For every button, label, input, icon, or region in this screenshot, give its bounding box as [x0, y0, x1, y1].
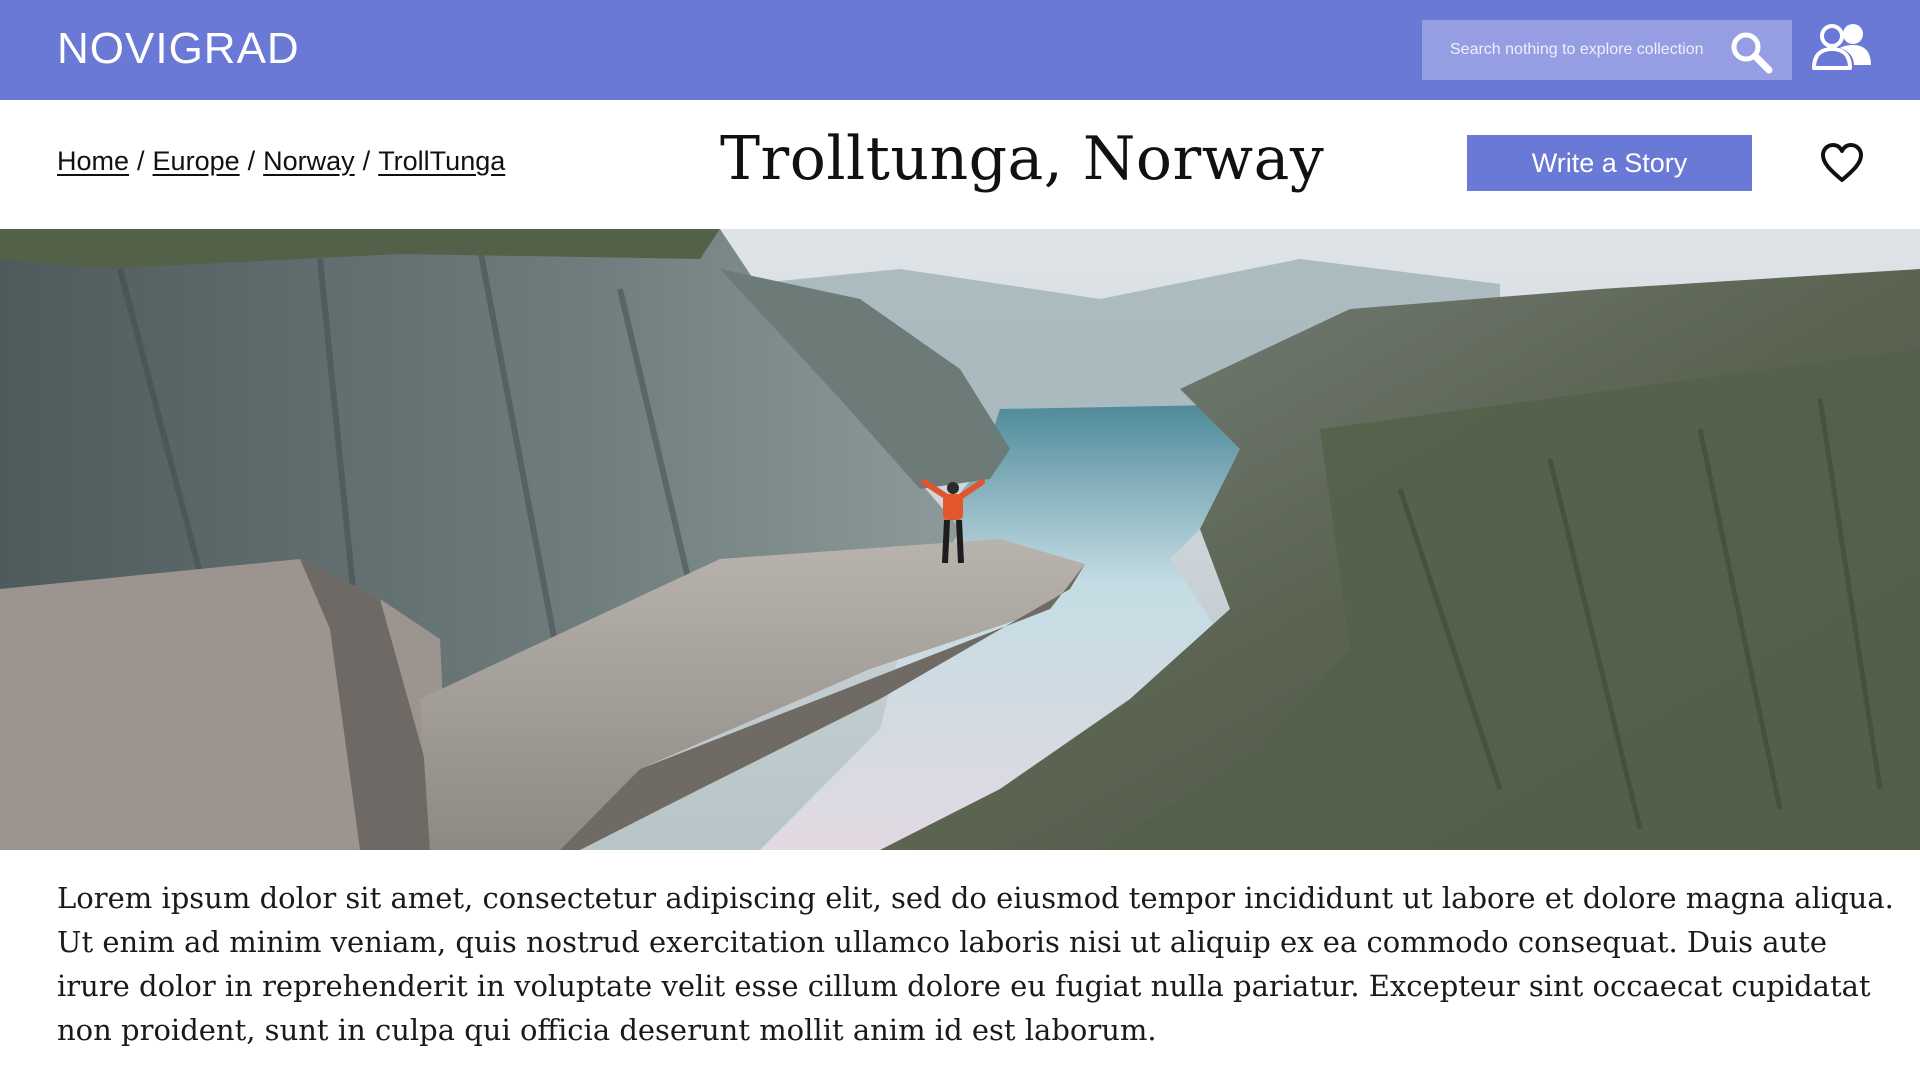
- user-group-icon[interactable]: [1810, 22, 1874, 74]
- search-icon[interactable]: [1728, 29, 1774, 75]
- breadcrumb: Home / Europe / Norway / TrollTunga: [57, 146, 505, 177]
- article-paragraph: Lorem ipsum dolor sit amet, consectetur …: [57, 881, 1894, 915]
- write-story-button[interactable]: Write a Story: [1467, 135, 1752, 191]
- hero-image: [0, 229, 1920, 850]
- breadcrumb-separator: /: [137, 146, 145, 176]
- hero-landscape-illustration: [0, 229, 1920, 850]
- breadcrumb-home[interactable]: Home: [57, 146, 129, 176]
- page-title: Trolltunga, Norway: [720, 124, 1325, 194]
- heart-outline-icon[interactable]: [1820, 142, 1864, 184]
- search-box: [1422, 20, 1792, 80]
- search-input[interactable]: [1422, 20, 1722, 80]
- breadcrumb-norway[interactable]: Norway: [263, 146, 355, 176]
- breadcrumb-europe[interactable]: Europe: [153, 146, 240, 176]
- breadcrumb-separator: /: [362, 146, 371, 176]
- article-paragraph: Ut enim ad minim veniam, quis nostrud ex…: [57, 925, 1871, 1047]
- brand-logo[interactable]: NOVIGRAD: [57, 24, 300, 74]
- article-body: Lorem ipsum dolor sit amet, consectetur …: [57, 876, 1897, 1052]
- top-bar: NOVIGRAD: [0, 0, 1920, 100]
- breadcrumb-trolltunga[interactable]: TrollTunga: [378, 146, 505, 176]
- breadcrumb-separator: /: [247, 146, 256, 176]
